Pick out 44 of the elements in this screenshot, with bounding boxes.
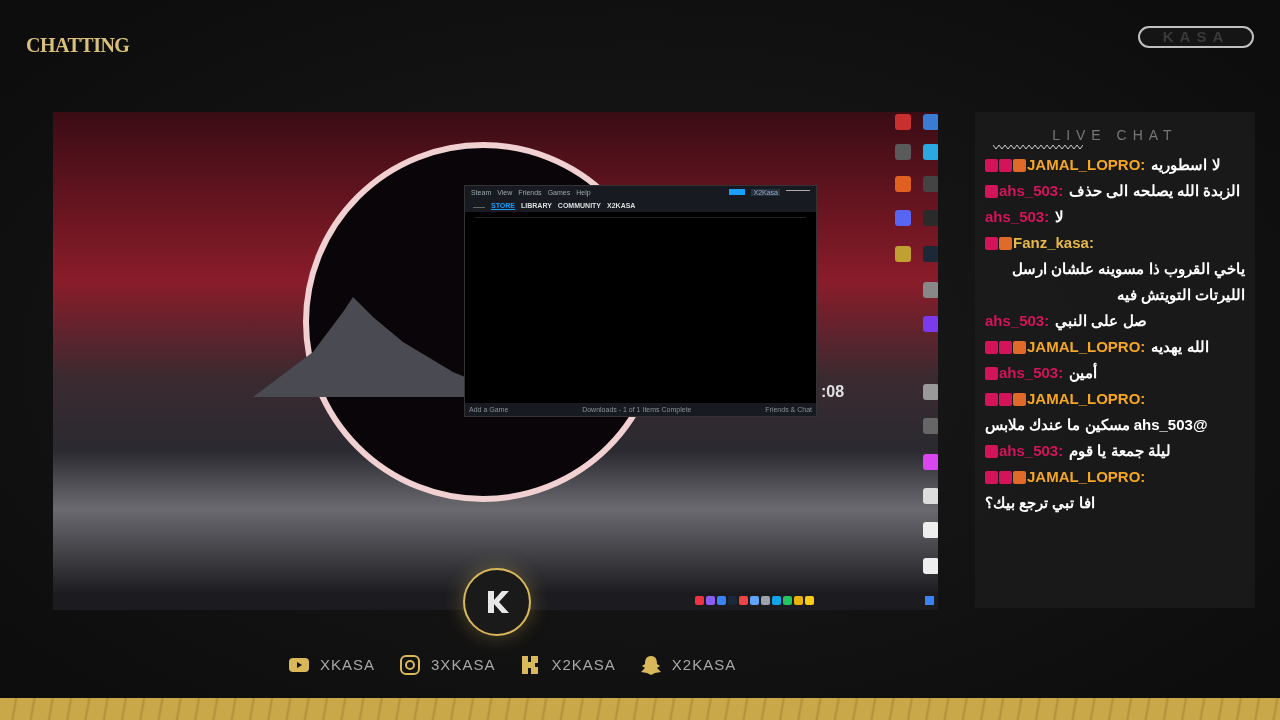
social-handle: 3XKASA: [431, 655, 496, 675]
desktop-app-icon[interactable]: [923, 210, 938, 226]
social-handle: XKASA: [320, 655, 376, 675]
desktop-app-icon[interactable]: [923, 316, 938, 332]
chat-username[interactable]: JAMAL_LOPRO:: [1027, 386, 1146, 412]
chat-username[interactable]: JAMAL_LOPRO:: [1027, 152, 1146, 178]
desktop-app-icon[interactable]: [923, 282, 938, 298]
instagram-icon[interactable]: [399, 655, 422, 676]
chat-title: LIVE CHAT: [1051, 128, 1179, 142]
desktop-app-icon[interactable]: [923, 522, 938, 538]
chat-message: لا: [1055, 207, 1065, 227]
chat-message: ليلة جمعة يا قوم: [1069, 441, 1171, 462]
desktop-app-icon[interactable]: [923, 176, 938, 192]
desktop-app-icon[interactable]: [923, 114, 938, 130]
chat-message: لا اسطوريه: [1151, 155, 1221, 176]
desktop-app-icon[interactable]: [895, 210, 911, 226]
chat-message: الزبدة الله يصلحه الى حذف: [1069, 181, 1240, 202]
chat-username[interactable]: JAMAL_LOPRO:: [1027, 334, 1146, 360]
desktop-app-icon[interactable]: [923, 558, 938, 574]
social-handle: X2KASA: [671, 655, 737, 675]
chat-message: صل على النبي: [1055, 311, 1147, 333]
broadcast-button[interactable]: [729, 189, 746, 195]
chat-username[interactable]: JAMAL_LOPRO:: [1027, 464, 1146, 490]
desktop-app-icon[interactable]: [895, 114, 911, 130]
desktop-app-icon[interactable]: [923, 418, 938, 434]
chat-message: ياخي القروب ذا مسوينه علشان ارسل الليرتات التويتش فيه: [1011, 259, 1245, 306]
desktop-app-icon[interactable]: [923, 488, 938, 504]
ghost-icon[interactable]: [639, 655, 662, 676]
start-icon[interactable]: [925, 596, 934, 605]
desktop-app-icon[interactable]: [923, 454, 938, 470]
desktop-clock: :08: [821, 382, 845, 402]
desktop-app-icon[interactable]: [895, 144, 911, 160]
chat-username[interactable]: Fanz_kasa:: [1013, 230, 1094, 256]
desktop-app-icon[interactable]: [923, 144, 938, 160]
desktop-app-icon[interactable]: [923, 246, 938, 262]
social-handle: X2KASA: [551, 655, 616, 675]
chat-message: أمين: [1069, 361, 1098, 384]
desktop-app-icon[interactable]: [895, 246, 911, 262]
desktop-app-icon[interactable]: [895, 176, 911, 192]
chat-message: @ahs_503 مسكين ما عندك ملابس: [985, 415, 1208, 436]
chat-message: افا تبي ترجع بيك؟: [985, 493, 1095, 515]
desktop-app-icon[interactable]: [923, 384, 938, 400]
chat-message: الله يهديه: [1151, 337, 1209, 358]
section-title: CHATTING: [26, 33, 130, 58]
